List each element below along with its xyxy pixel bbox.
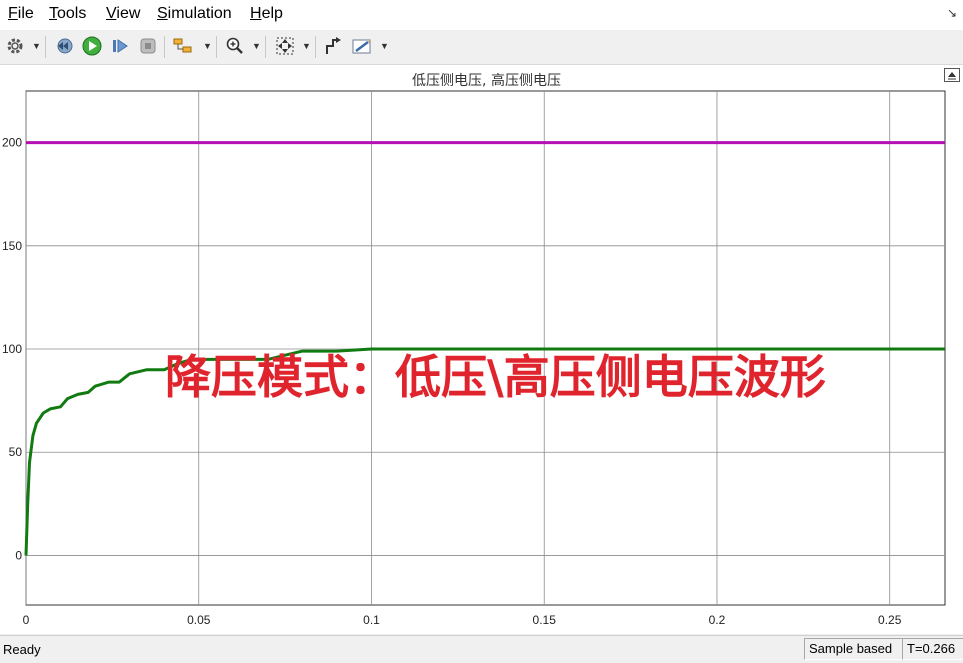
zoom-icon[interactable] <box>224 35 246 57</box>
x-tick-label: 0.2 <box>709 613 726 627</box>
x-tick-label: 0.05 <box>187 613 211 627</box>
menu-file[interactable]: File <box>8 5 34 23</box>
step-forward-icon[interactable] <box>109 35 131 57</box>
plot-title-bar: 低压侧电压, 高压侧电压 <box>0 65 963 89</box>
toolbar: ▼ ▼ ▼ ▼ ▼ <box>0 30 963 65</box>
menu-tools[interactable]: Tools <box>49 5 86 23</box>
y-tick-label: 100 <box>2 342 22 356</box>
style-dropdown-icon[interactable]: ▼ <box>380 41 389 51</box>
gear-dropdown-icon[interactable]: ▼ <box>32 41 41 51</box>
y-tick-label: 50 <box>9 445 23 459</box>
gear-icon[interactable] <box>4 35 26 57</box>
menu-bar: File Tools View Simulation Help ↘ <box>0 0 963 30</box>
menu-simulation[interactable]: Simulation <box>157 5 232 23</box>
plot-area[interactable]: 0 0.05 0.1 0.15 0.2 0.25 0 50 100 150 200 降压模式：低压\… <box>0 89 963 634</box>
toolbar-separator <box>45 36 46 58</box>
sample-mode-box: Sample based <box>804 638 903 660</box>
plot-title: 低压侧电压, 高压侧电压 <box>412 73 561 89</box>
cursor-measure-icon[interactable] <box>323 35 345 57</box>
status-text: Ready <box>3 642 41 657</box>
x-tick-label: 0.1 <box>363 613 380 627</box>
x-tick-label: 0.25 <box>878 613 902 627</box>
y-tick-label: 150 <box>2 239 22 253</box>
undock-icon[interactable] <box>944 68 960 82</box>
toolbar-separator <box>315 36 316 58</box>
toolbar-separator <box>265 36 266 58</box>
menu-help[interactable]: Help <box>250 5 283 23</box>
y-tick-label: 200 <box>2 136 22 150</box>
sim-time-box: T=0.266 <box>902 638 963 660</box>
highlight-dropdown-icon[interactable]: ▼ <box>203 41 212 51</box>
step-back-icon[interactable] <box>53 35 75 57</box>
dock-icon[interactable]: ↘ <box>947 6 957 20</box>
x-tick-label: 0.15 <box>533 613 557 627</box>
status-bar: Ready Sample based T=0.266 <box>0 635 963 663</box>
fit-dropdown-icon[interactable]: ▼ <box>302 41 311 51</box>
y-tick-label: 0 <box>15 548 22 562</box>
highlight-icon[interactable] <box>172 35 194 57</box>
x-tick-label: 0 <box>23 613 30 627</box>
fit-to-view-icon[interactable] <box>274 35 296 57</box>
menu-view[interactable]: View <box>106 5 140 23</box>
stop-icon[interactable] <box>137 35 159 57</box>
toolbar-separator <box>164 36 165 58</box>
style-icon[interactable] <box>351 35 373 57</box>
annotation-overlay: 降压模式：低压\高压侧电压波形 <box>165 350 826 404</box>
toolbar-separator <box>216 36 217 58</box>
run-icon[interactable] <box>81 35 103 57</box>
zoom-dropdown-icon[interactable]: ▼ <box>252 41 261 51</box>
